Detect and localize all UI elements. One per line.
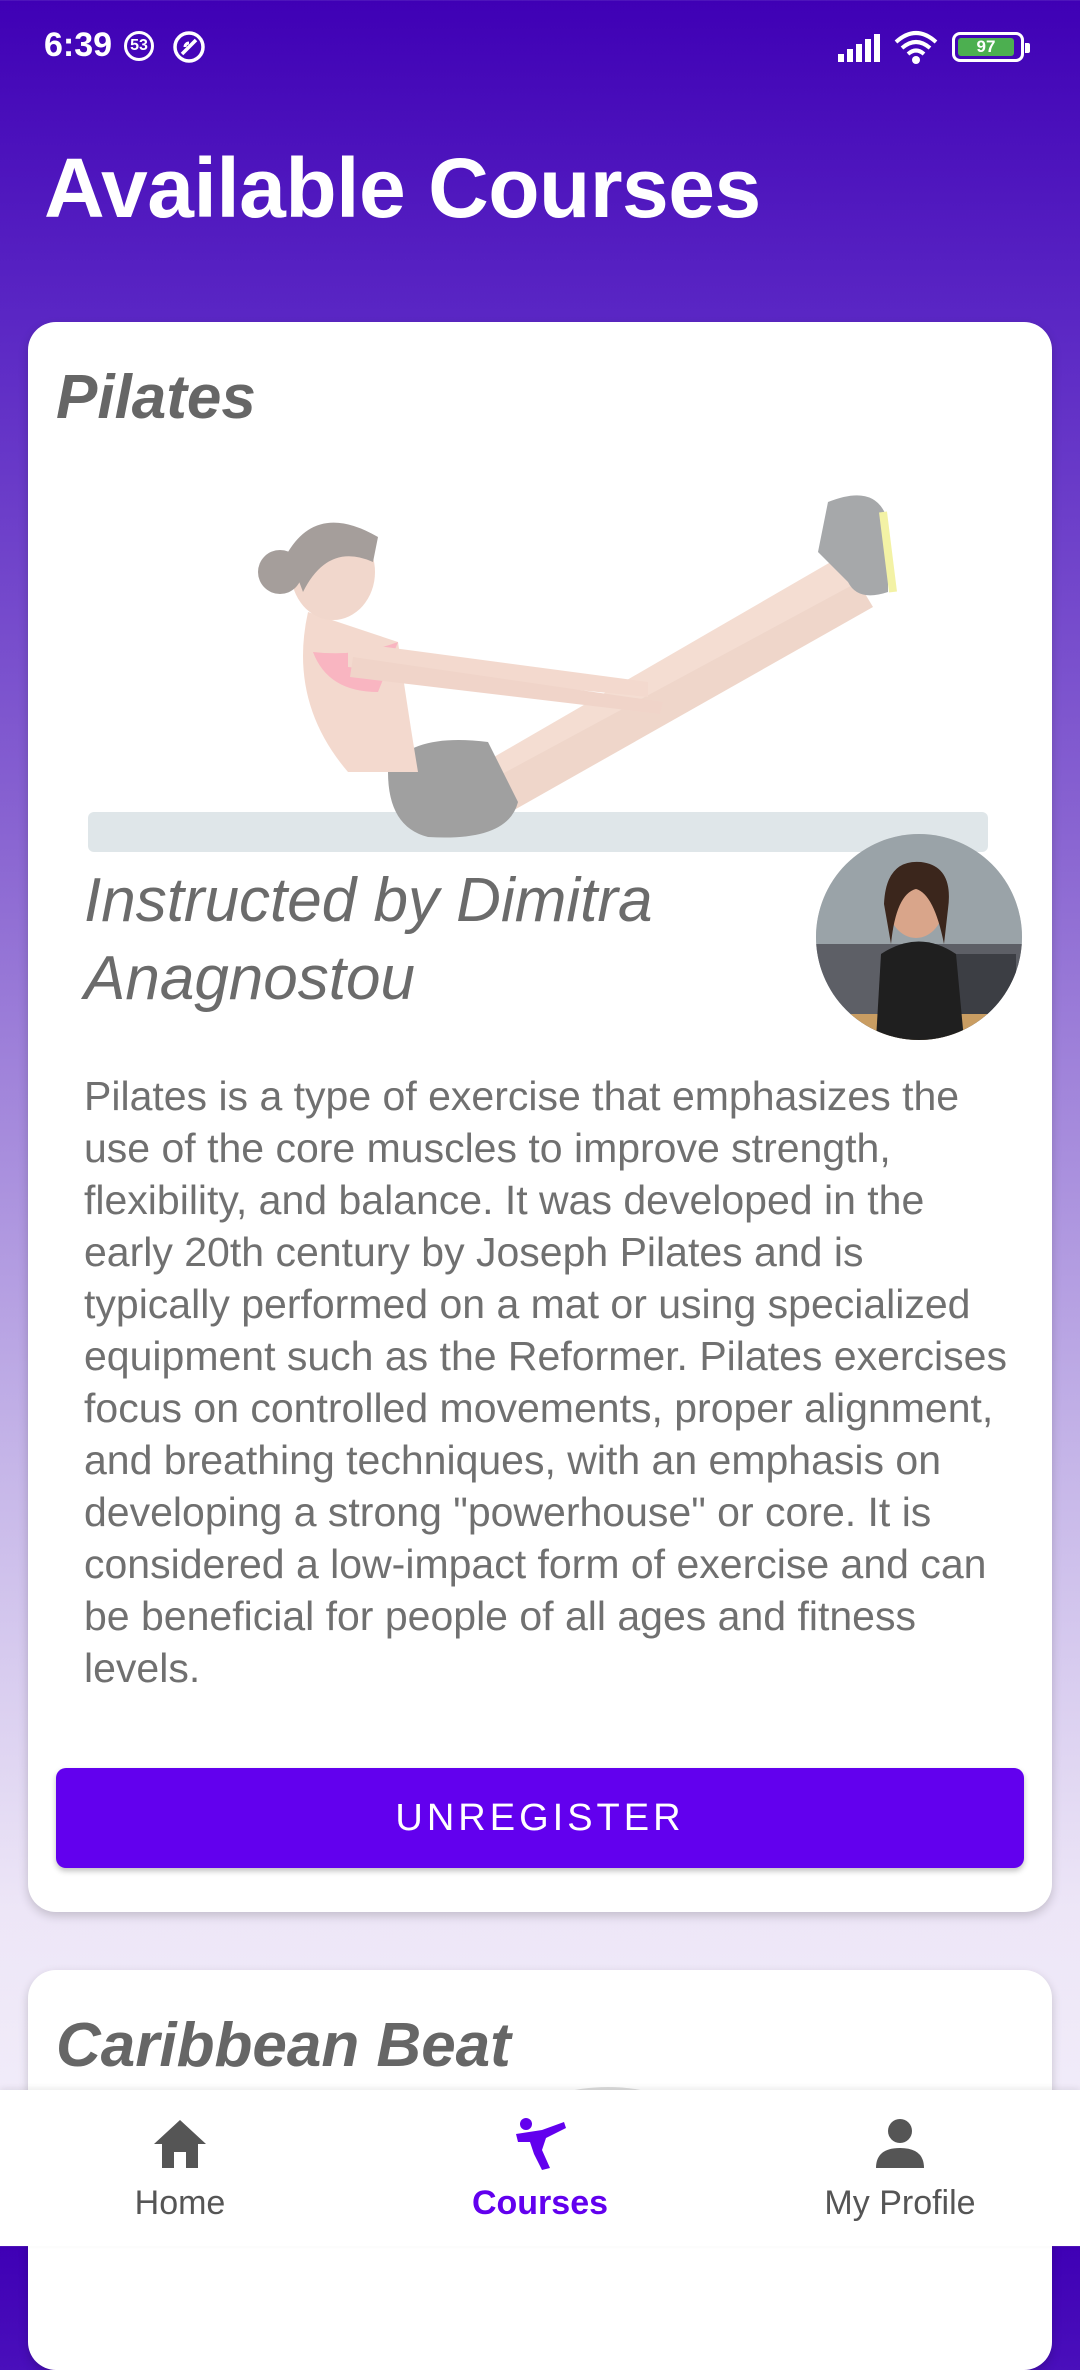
nav-item-my-profile[interactable]: My Profile: [720, 2090, 1080, 2246]
course-description: Pilates is a type of exercise that empha…: [84, 1073, 1007, 1691]
nav-label-home: Home: [134, 2184, 226, 2222]
bottom-navigation: Home Courses My Profile: [0, 2090, 1080, 2246]
course-card: Pilates Instructed by Dimitra Anagnostou: [28, 322, 1052, 1912]
battery-level: 97: [958, 37, 1014, 56]
page-title: Available Courses: [44, 141, 761, 235]
nav-item-courses[interactable]: Courses: [360, 2090, 720, 2246]
nav-label-my-profile: My Profile: [824, 2184, 976, 2222]
battery-icon: 97: [952, 32, 1030, 62]
course-image: [88, 495, 988, 852]
wifi-icon: [894, 31, 938, 64]
instructor-avatar: [816, 834, 1022, 1040]
course-title: Pilates: [56, 363, 256, 432]
unregister-button[interactable]: UNREGISTER: [56, 1768, 1024, 1868]
instructor-name: Instructed by Dimitra Anagnostou: [84, 866, 653, 1013]
martial-arts-icon: [516, 2118, 566, 2170]
home-icon: [154, 2120, 206, 2168]
person-icon: [876, 2119, 924, 2168]
notification-count-icon: 53: [124, 31, 154, 61]
nav-item-home[interactable]: Home: [0, 2090, 360, 2246]
status-time: 6:39: [44, 26, 113, 64]
do-not-disturb-icon: [173, 31, 205, 63]
status-bar: 6:39 53 97: [0, 0, 1080, 96]
nav-label-courses: Courses: [471, 2184, 609, 2222]
signal-icon: [838, 34, 880, 62]
